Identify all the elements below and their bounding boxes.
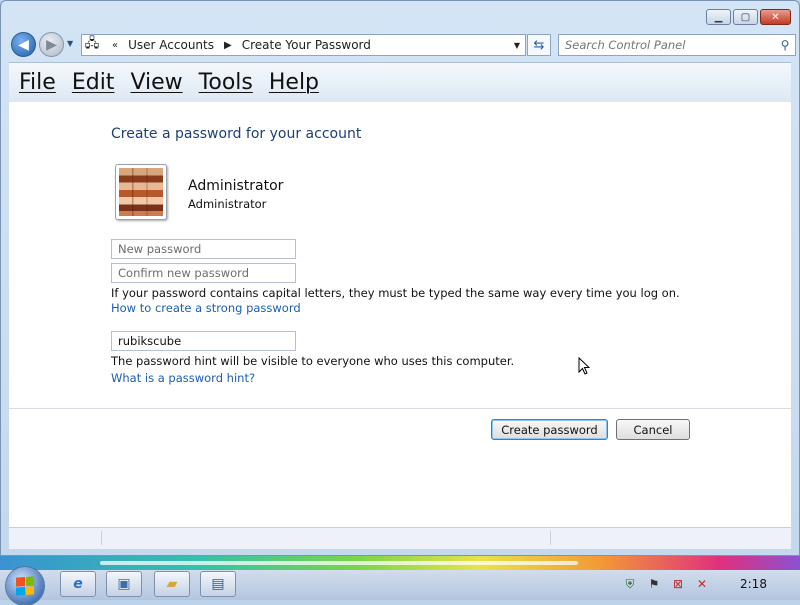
- refresh-icon: ⇆: [533, 37, 545, 53]
- page-title: Create a password for your account: [111, 126, 362, 142]
- taskbar-internet-explorer[interactable]: e: [60, 571, 96, 597]
- security-shield-icon[interactable]: ⛨: [622, 576, 638, 592]
- address-dropdown-icon[interactable]: ▼: [509, 41, 525, 50]
- taskbar-explorer[interactable]: ▰: [154, 571, 190, 597]
- folder-icon: ▰: [166, 576, 178, 592]
- control-panel-icon: ▣: [117, 576, 131, 592]
- menu-edit[interactable]: Edit: [72, 70, 115, 95]
- forward-icon: ▶: [46, 36, 57, 53]
- menu-file[interactable]: File: [19, 70, 56, 95]
- cancel-button[interactable]: Cancel: [616, 419, 690, 440]
- forward-button[interactable]: ▶: [39, 32, 64, 57]
- taskbar: e ▣ ▰ ▤ ⛨ ⚑ ⊠ ✕ 2:18: [0, 556, 800, 605]
- control-panel-window: ▁ ▢ ✕ ◀ ▶ ▼ 🖧 « User Accounts ▶ Create Y…: [0, 0, 800, 556]
- menu-tools[interactable]: Tools: [199, 70, 253, 95]
- monitor-icon: ▤: [211, 576, 225, 592]
- new-password-field[interactable]: [111, 239, 296, 259]
- create-password-button[interactable]: Create password: [491, 419, 608, 440]
- maximize-button[interactable]: ▢: [733, 9, 758, 25]
- clock[interactable]: 2:18: [740, 577, 767, 591]
- user-role: Administrator: [188, 197, 267, 211]
- caption-buttons: ▁ ▢ ✕: [706, 9, 791, 25]
- strong-password-link[interactable]: How to create a strong password: [111, 301, 301, 315]
- confirm-password-field[interactable]: [111, 263, 296, 283]
- network-icon[interactable]: ⊠: [670, 576, 686, 592]
- content-pane: Create a password for your account Admin…: [9, 102, 791, 527]
- back-button[interactable]: ◀: [11, 32, 36, 57]
- search-input[interactable]: [559, 37, 775, 53]
- divider: [9, 408, 791, 409]
- close-button[interactable]: ✕: [760, 9, 791, 25]
- taskbar-track: [100, 561, 578, 565]
- taskbar-control-panel[interactable]: ▣: [106, 571, 142, 597]
- start-orb-icon: [16, 576, 34, 596]
- menu-help[interactable]: Help: [269, 70, 319, 95]
- navigation-row: ◀ ▶ ▼ 🖧 « User Accounts ▶ Create Your Pa…: [9, 31, 796, 59]
- search-icon[interactable]: ⚲: [775, 38, 795, 52]
- volume-muted-icon[interactable]: ✕: [694, 576, 710, 592]
- recent-pages-dropdown[interactable]: ▼: [67, 39, 73, 48]
- password-hint-field[interactable]: [111, 331, 296, 351]
- taskbar-accent-strip: [0, 556, 800, 570]
- address-chevron[interactable]: «: [112, 40, 118, 51]
- status-divider: [101, 531, 102, 545]
- menu-view[interactable]: View: [130, 70, 182, 95]
- mouse-cursor-icon: [578, 357, 590, 375]
- caps-note: If your password contains capital letter…: [111, 286, 680, 300]
- hint-note: The password hint will be visible to eve…: [111, 354, 515, 368]
- back-icon: ◀: [18, 36, 29, 53]
- password-hint-link[interactable]: What is a password hint?: [111, 371, 255, 385]
- breadcrumb-user-accounts[interactable]: User Accounts: [128, 38, 214, 52]
- taskbar-window[interactable]: ▤: [200, 571, 236, 597]
- breadcrumb-arrow-icon[interactable]: ▶: [224, 40, 232, 51]
- status-divider: [550, 531, 551, 545]
- user-name: Administrator: [188, 178, 284, 194]
- avatar: [115, 164, 167, 220]
- search-box: ⚲: [558, 34, 796, 56]
- flag-icon[interactable]: ⚑: [646, 576, 662, 592]
- minimize-button[interactable]: ▁: [706, 9, 731, 25]
- internet-explorer-icon: e: [73, 576, 83, 592]
- address-bar[interactable]: 🖧 « User Accounts ▶ Create Your Password…: [81, 34, 526, 56]
- control-panel-icon: 🖧: [84, 36, 100, 51]
- menu-bar: File Edit View Tools Help: [9, 62, 791, 102]
- refresh-button[interactable]: ⇆: [527, 34, 551, 56]
- user-picture: [119, 168, 163, 216]
- status-bar: [9, 527, 791, 549]
- start-button[interactable]: [6, 567, 44, 605]
- breadcrumb-create-password[interactable]: Create Your Password: [242, 38, 371, 52]
